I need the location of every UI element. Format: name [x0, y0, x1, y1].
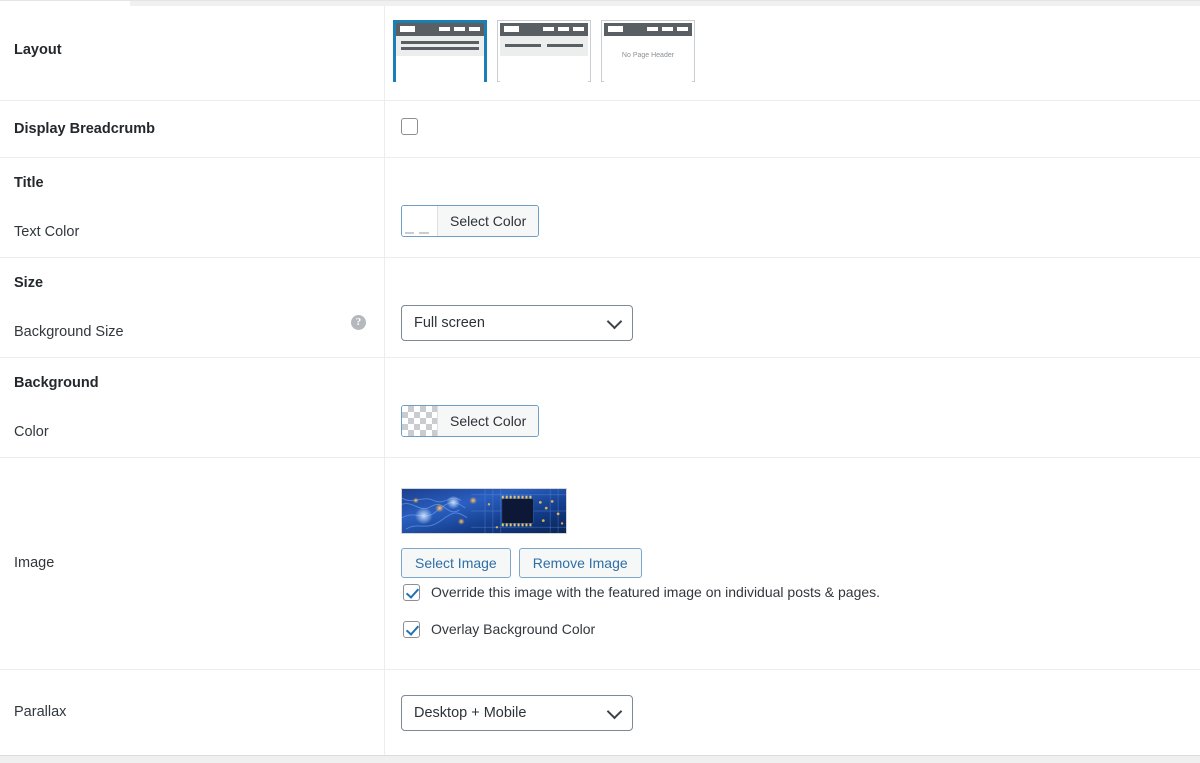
row-layout-label-cell: Layout: [0, 1, 385, 100]
row-size-field-cell: Full screen: [385, 258, 1200, 357]
chevron-down-icon: [606, 703, 623, 719]
parallax-select-value: Desktop + Mobile: [414, 704, 527, 721]
thumb-logo-icon: [504, 26, 519, 32]
row-background-field-cell: Select Color: [385, 358, 1200, 457]
row-background-color: Background Color Select Color: [0, 358, 1200, 458]
row-image-label-cell: Image: [0, 458, 385, 669]
panel-top-strip-right: [160, 1, 1200, 6]
row-image: Image Select Image Remove Image Override…: [0, 458, 1200, 670]
background-select-color-label: Select Color: [438, 406, 539, 436]
thumb-menu-icon: [543, 27, 584, 31]
thumb-hero-line: [547, 43, 583, 47]
chevron-down-icon: [606, 313, 623, 330]
background-color-swatch: [402, 406, 438, 436]
title-section-label: Title: [14, 175, 44, 192]
row-layout: Layout No Page Header: [0, 1, 1200, 101]
remove-image-button[interactable]: Remove Image: [518, 547, 642, 578]
row-background-label-cell: Background Color: [0, 358, 385, 457]
title-text-color-picker[interactable]: Select Color: [401, 205, 540, 237]
row-breadcrumb-label-cell: Display Breadcrumb: [0, 101, 385, 157]
row-image-field-cell: Select Image Remove Image Override this …: [385, 458, 1200, 669]
title-text-color-label: Text Color: [14, 223, 80, 240]
thumb-logo-icon: [608, 26, 623, 32]
background-size-select-value: Full screen: [414, 315, 485, 331]
row-size-label-cell: Size Background Size ?: [0, 258, 385, 357]
layout-thumb-page-header-split[interactable]: [497, 19, 591, 82]
row-parallax-label-cell: Parallax: [0, 670, 385, 755]
overlay-background-color-checkbox[interactable]: [403, 620, 420, 638]
image-preview-thumbnail: [401, 487, 567, 534]
circuit-board-image: [402, 488, 566, 533]
thumb-logo-icon: [400, 26, 415, 32]
thumb-hero-split: [500, 35, 588, 56]
background-size-select[interactable]: Full screen: [401, 305, 633, 341]
panel-top-strip: [0, 1, 1200, 6]
row-title-label-cell: Title Text Color: [0, 158, 385, 257]
row-display-breadcrumb: Display Breadcrumb: [0, 101, 1200, 158]
layout-thumb-page-header-centered[interactable]: [393, 19, 487, 82]
thumb-hero-line: [505, 43, 541, 47]
layout-thumbnail-group: No Page Header: [393, 8, 1200, 98]
row-title-field-cell: Select Color: [385, 158, 1200, 257]
overlay-background-color-label: Overlay Background Color: [431, 621, 596, 637]
image-action-buttons: Select Image Remove Image: [401, 547, 1200, 578]
background-size-label: Background Size: [14, 323, 124, 340]
image-checkbox-group: Override this image with the featured im…: [393, 578, 1200, 652]
row-parallax-field-cell: Desktop + Mobile: [385, 670, 1200, 755]
thumb-body: [604, 71, 692, 98]
select-image-button[interactable]: Select Image: [401, 547, 511, 578]
thumb-menu-icon: [439, 27, 480, 31]
thumb-hero-line: [401, 46, 479, 50]
row-title-text-color: Title Text Color Select Color: [0, 158, 1200, 258]
row-background-size: Size Background Size ? Full screen: [0, 258, 1200, 358]
thumb-topbar: [500, 22, 588, 36]
parallax-select[interactable]: Desktop + Mobile: [401, 694, 633, 731]
row-breadcrumb-field-cell: [385, 101, 1200, 157]
display-breadcrumb-label: Display Breadcrumb: [14, 120, 156, 137]
row-parallax: Parallax Desktop + Mobile: [0, 670, 1200, 755]
thumb-body: [396, 55, 484, 82]
background-section-label: Background: [14, 375, 99, 392]
display-breadcrumb-checkbox[interactable]: [401, 118, 418, 135]
layout-thumb-no-page-header[interactable]: No Page Header: [601, 19, 695, 98]
settings-panel: Layout No Page Header Display Breadcrumb…: [0, 0, 1200, 756]
row-layout-field-cell: No Page Header: [385, 1, 1200, 100]
display-breadcrumb-checkbox-wrap: [401, 118, 1200, 140]
title-color-swatch: [402, 206, 438, 236]
thumb-hero-line: [401, 40, 479, 44]
override-featured-image-checkbox[interactable]: [403, 583, 420, 601]
thumb-hero-empty: No Page Header: [604, 35, 692, 72]
image-label: Image: [14, 555, 55, 572]
thumb-body: [500, 55, 588, 82]
layout-label: Layout: [14, 42, 62, 59]
thumb-topbar: [604, 22, 692, 36]
panel-top-strip-left: [0, 1, 130, 6]
background-color-picker[interactable]: Select Color: [401, 405, 540, 437]
overlay-background-color-option[interactable]: Overlay Background Color: [403, 620, 1200, 638]
override-featured-image-option[interactable]: Override this image with the featured im…: [403, 583, 1200, 601]
thumb-topbar: [396, 22, 484, 36]
parallax-label: Parallax: [14, 704, 67, 721]
thumb-no-page-header-caption: No Page Header: [621, 51, 675, 59]
settings-screen: https://www.pythonthree.com 晓得博客 Layout: [0, 0, 1200, 763]
help-icon[interactable]: ?: [351, 315, 366, 330]
thumb-hero-centered: [396, 35, 484, 56]
override-featured-image-label: Override this image with the featured im…: [431, 584, 881, 600]
thumb-menu-icon: [647, 27, 688, 31]
size-section-label: Size: [14, 275, 44, 292]
title-select-color-label: Select Color: [438, 206, 539, 236]
background-color-label: Color: [14, 423, 49, 440]
